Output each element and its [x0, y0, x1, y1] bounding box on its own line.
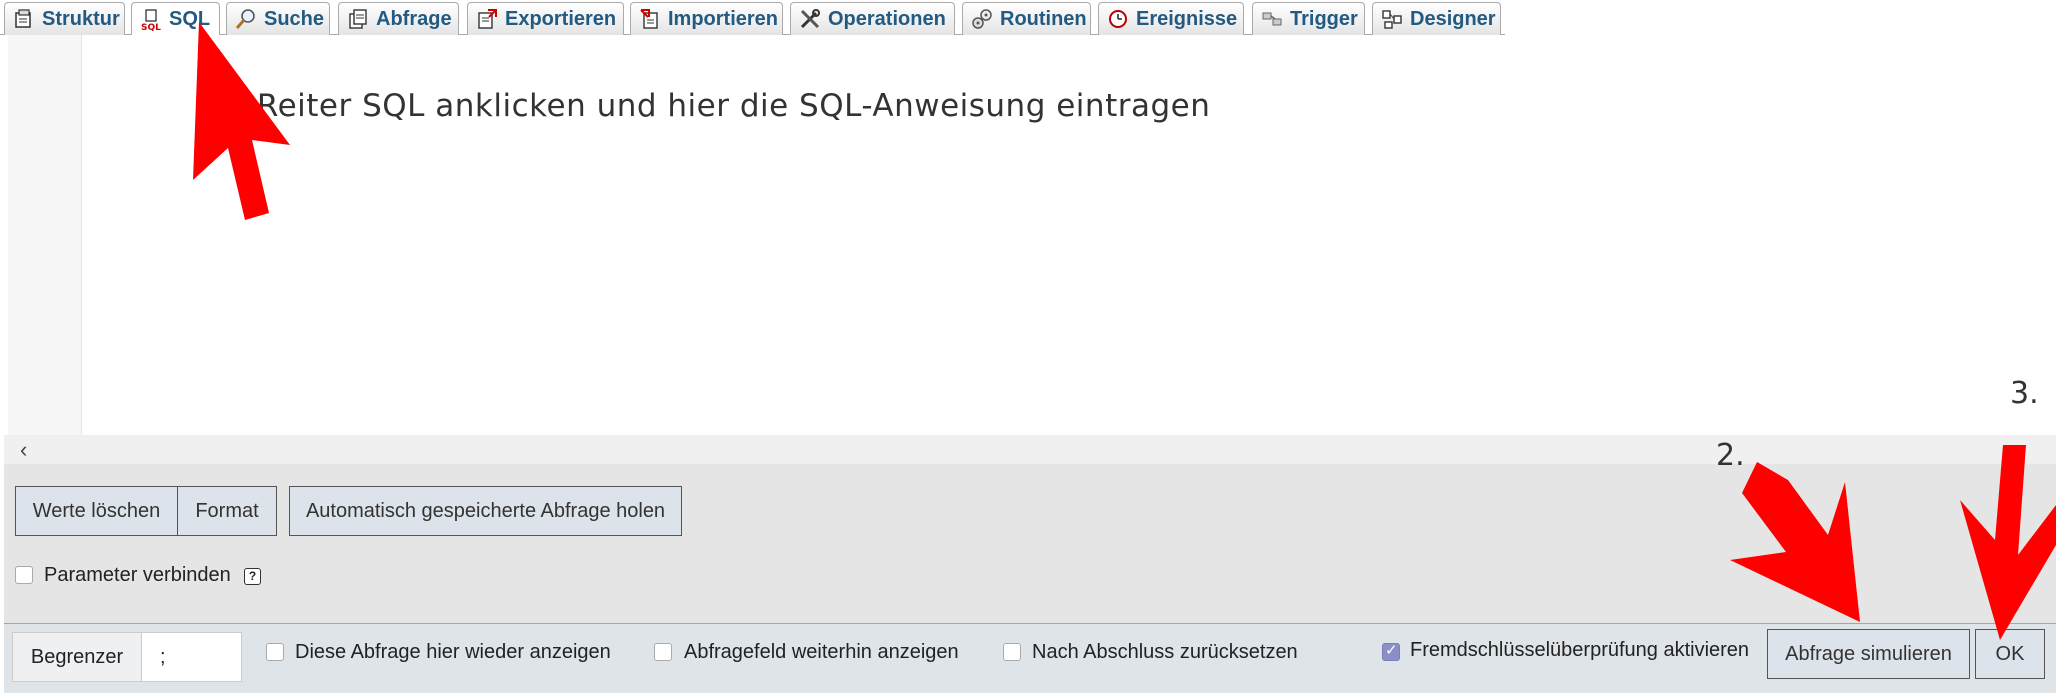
- scroll-left-icon[interactable]: ‹: [20, 437, 27, 463]
- bind-parameters-label: Parameter verbinden: [44, 564, 231, 586]
- show-query-again-label: Diese Abfrage hier wieder anzeigen: [295, 641, 611, 663]
- get-autosaved-query-button[interactable]: Automatisch gespeicherte Abfrage holen: [289, 486, 682, 536]
- tab-routinen[interactable]: Routinen: [962, 2, 1091, 35]
- structure-icon: [13, 8, 35, 30]
- tab-importieren[interactable]: Importieren: [630, 2, 783, 35]
- query-icon: [347, 8, 369, 30]
- annotation-step-1: 1. Reiter SQL anklicken und hier die SQL…: [216, 88, 1211, 124]
- foreign-key-checks-checkbox[interactable]: [1382, 641, 1400, 661]
- tab-struktur[interactable]: Struktur: [4, 2, 125, 35]
- tab-designer[interactable]: Designer: [1372, 2, 1501, 35]
- tab-exportieren[interactable]: Exportieren: [467, 2, 624, 35]
- rollback-label: Nach Abschluss zurücksetzen: [1032, 641, 1298, 663]
- routines-icon: [971, 8, 993, 30]
- tab-trigger[interactable]: Trigger: [1252, 2, 1365, 35]
- svg-text:SQL: SQL: [141, 23, 161, 31]
- ok-button[interactable]: OK: [1975, 629, 2045, 679]
- show-query-again-checkbox[interactable]: [266, 643, 284, 661]
- tab-label: SQL: [169, 8, 211, 30]
- rollback-checkbox[interactable]: [1003, 643, 1021, 661]
- clear-values-button[interactable]: Werte löschen: [15, 486, 178, 536]
- tab-label: Exportieren: [505, 7, 617, 30]
- tab-label: Routinen: [1000, 7, 1087, 30]
- operations-icon: [799, 8, 821, 30]
- tab-label: Ereignisse: [1136, 7, 1238, 30]
- keep-query-box-label: Abfragefeld weiterhin anzeigen: [684, 641, 959, 663]
- tab-label: Importieren: [668, 7, 779, 30]
- tab-abfrage[interactable]: Abfrage: [338, 2, 459, 35]
- events-icon: [1107, 8, 1129, 30]
- annotation-step-3: 3.: [2010, 376, 2039, 411]
- tab-suche[interactable]: Suche: [226, 2, 330, 35]
- tab-operationen[interactable]: Operationen: [790, 2, 955, 35]
- tab-label: Designer: [1410, 7, 1496, 30]
- annotation-step-2: 2.: [1716, 438, 1745, 473]
- tab-label: Suche: [264, 7, 325, 30]
- line-number-gutter: [8, 35, 82, 435]
- designer-icon: [1381, 8, 1403, 30]
- format-button[interactable]: Format: [177, 486, 277, 536]
- simulate-query-button[interactable]: Abfrage simulieren: [1767, 629, 1970, 679]
- sql-icon: SQL: [140, 8, 162, 31]
- help-icon[interactable]: ?: [244, 568, 261, 585]
- delimiter-input[interactable]: [142, 632, 242, 682]
- tab-label: Struktur: [42, 7, 120, 30]
- horizontal-scrollbar[interactable]: ‹: [4, 435, 2056, 464]
- trigger-icon: [1261, 8, 1283, 30]
- tab-label: Abfrage: [376, 7, 452, 30]
- tab-label: Trigger: [1290, 7, 1358, 30]
- bind-parameters-checkbox[interactable]: [15, 566, 33, 584]
- delimiter-label: Begrenzer: [12, 632, 142, 682]
- tab-sql[interactable]: SQL SQL: [131, 2, 220, 36]
- foreign-key-checks-label: Fremdschlüsselüberprüfung aktivieren: [1410, 639, 1750, 661]
- tab-ereignisse[interactable]: Ereignisse: [1098, 2, 1244, 35]
- keep-query-box-checkbox[interactable]: [654, 643, 672, 661]
- tab-label: Operationen: [828, 7, 946, 30]
- export-icon: [476, 8, 498, 30]
- search-icon: [235, 8, 257, 30]
- import-icon: [639, 8, 661, 30]
